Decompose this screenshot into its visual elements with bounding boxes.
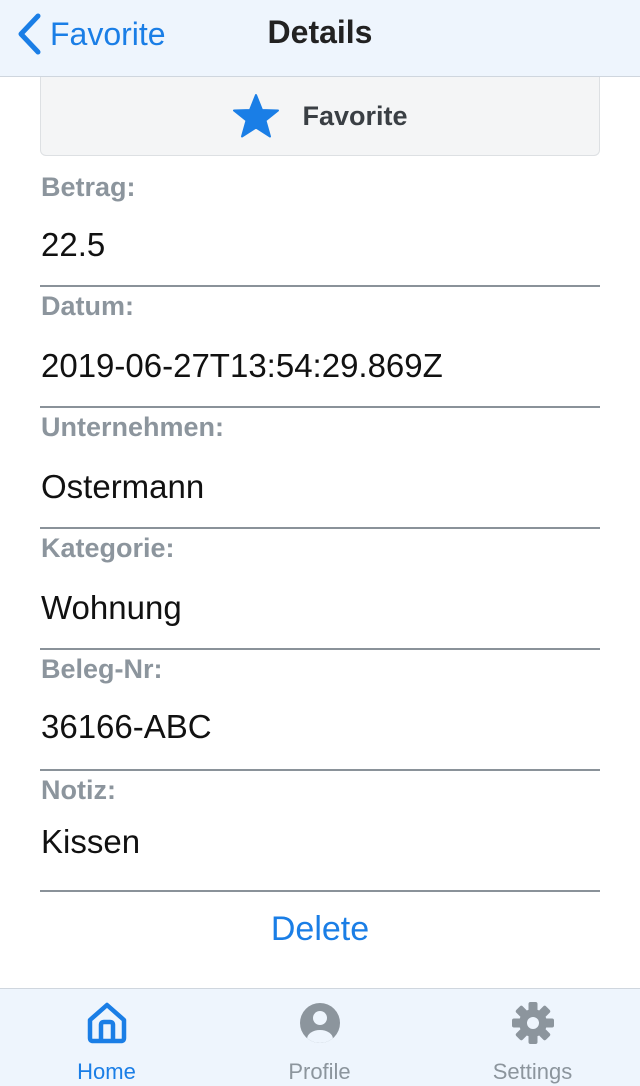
tab-label: Profile (288, 1059, 351, 1084)
field-betrag: Betrag: 22.5 (40, 156, 600, 287)
user-circle-icon (298, 1001, 342, 1045)
nav-header: Favorite Details (0, 0, 640, 77)
field-notiz: Notiz: Kissen (40, 771, 600, 892)
tab-label: Home (77, 1059, 136, 1084)
gear-icon (511, 1001, 555, 1045)
field-value: 36166-ABC (41, 708, 212, 745)
tab-settings[interactable]: Settings (426, 989, 639, 1086)
detail-fields: Betrag: 22.5 Datum: 2019-06-27T13:54:29.… (40, 156, 600, 892)
field-datum: Datum: 2019-06-27T13:54:29.869Z (40, 287, 600, 408)
field-label: Notiz: (41, 775, 116, 805)
tab-bar: Home Profile Settings (0, 988, 640, 1086)
field-value: Kissen (41, 823, 141, 860)
tab-label: Settings (492, 1059, 573, 1084)
field-value: Wohnung (41, 589, 182, 626)
page-title-text: Details (267, 14, 373, 50)
field-unternehmen: Unternehmen: Ostermann (40, 408, 600, 529)
field-value: Ostermann (41, 468, 205, 505)
field-label: Kategorie: (41, 533, 175, 563)
favorite-button[interactable]: Favorite (40, 77, 600, 156)
delete-button[interactable]: Delete (0, 910, 640, 949)
field-kategorie: Kategorie: Wohnung (40, 529, 600, 650)
field-label: Beleg-Nr: (41, 654, 163, 684)
star-icon (233, 94, 280, 138)
field-label: Datum: (41, 291, 134, 321)
field-label: Betrag: (41, 172, 136, 202)
field-beleg-nr: Beleg-Nr: 36166-ABC (40, 650, 600, 771)
home-icon (84, 1001, 130, 1045)
field-value: 2019-06-27T13:54:29.869Z (41, 347, 443, 384)
field-label: Unternehmen: (41, 412, 225, 442)
field-value: 22.5 (41, 226, 106, 263)
favorite-label: Favorite (302, 100, 408, 131)
tab-home[interactable]: Home (0, 989, 213, 1086)
tab-profile[interactable]: Profile (213, 989, 426, 1086)
page-title: Details (0, 14, 640, 51)
details-screen: Favorite Details Favorite Betrag: 22.5 D… (0, 0, 640, 1086)
